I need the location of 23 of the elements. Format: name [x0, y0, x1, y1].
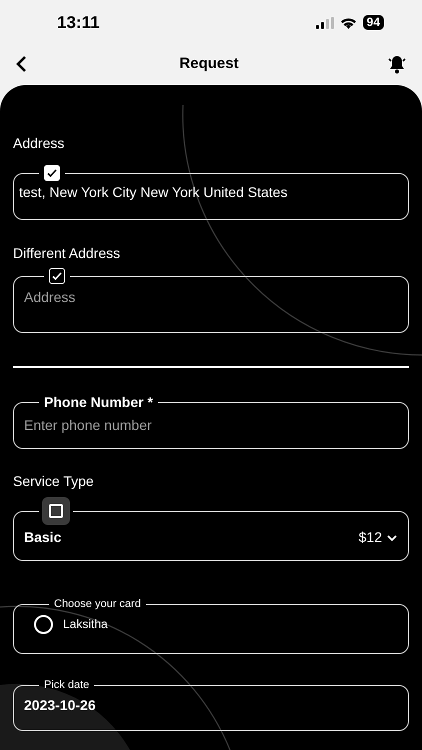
checkmark-icon — [46, 167, 58, 179]
field-label: Different Address — [13, 244, 122, 262]
wifi-icon — [340, 16, 357, 28]
radio-button[interactable] — [34, 614, 53, 634]
status-time: 13:11 — [57, 12, 100, 34]
address-field[interactable]: test, New York City New York United States — [13, 165, 409, 220]
address-field[interactable]: Address — [13, 268, 409, 333]
service-type-dropdown[interactable]: Basic $12 — [13, 497, 409, 561]
field-label: Address — [13, 134, 66, 152]
checkbox[interactable] — [44, 165, 60, 181]
date-field[interactable]: Pick date 2023-10-26 — [13, 677, 409, 731]
checkbox[interactable] — [49, 268, 65, 284]
address-input[interactable]: Address — [24, 287, 398, 308]
signal-icon — [316, 16, 334, 28]
card-name: Laksitha — [63, 616, 108, 633]
field-label: Service Type — [13, 472, 95, 490]
checkbox[interactable] — [49, 504, 63, 518]
phone-number-input[interactable]: Enter phone number — [24, 415, 398, 436]
notification-bell-icon[interactable] — [386, 53, 408, 75]
card-selector: Choose your card Laksitha — [13, 596, 409, 654]
page-title: Request — [179, 54, 239, 74]
battery-indicator: 94 — [362, 15, 384, 30]
checkmark-icon — [51, 270, 63, 282]
